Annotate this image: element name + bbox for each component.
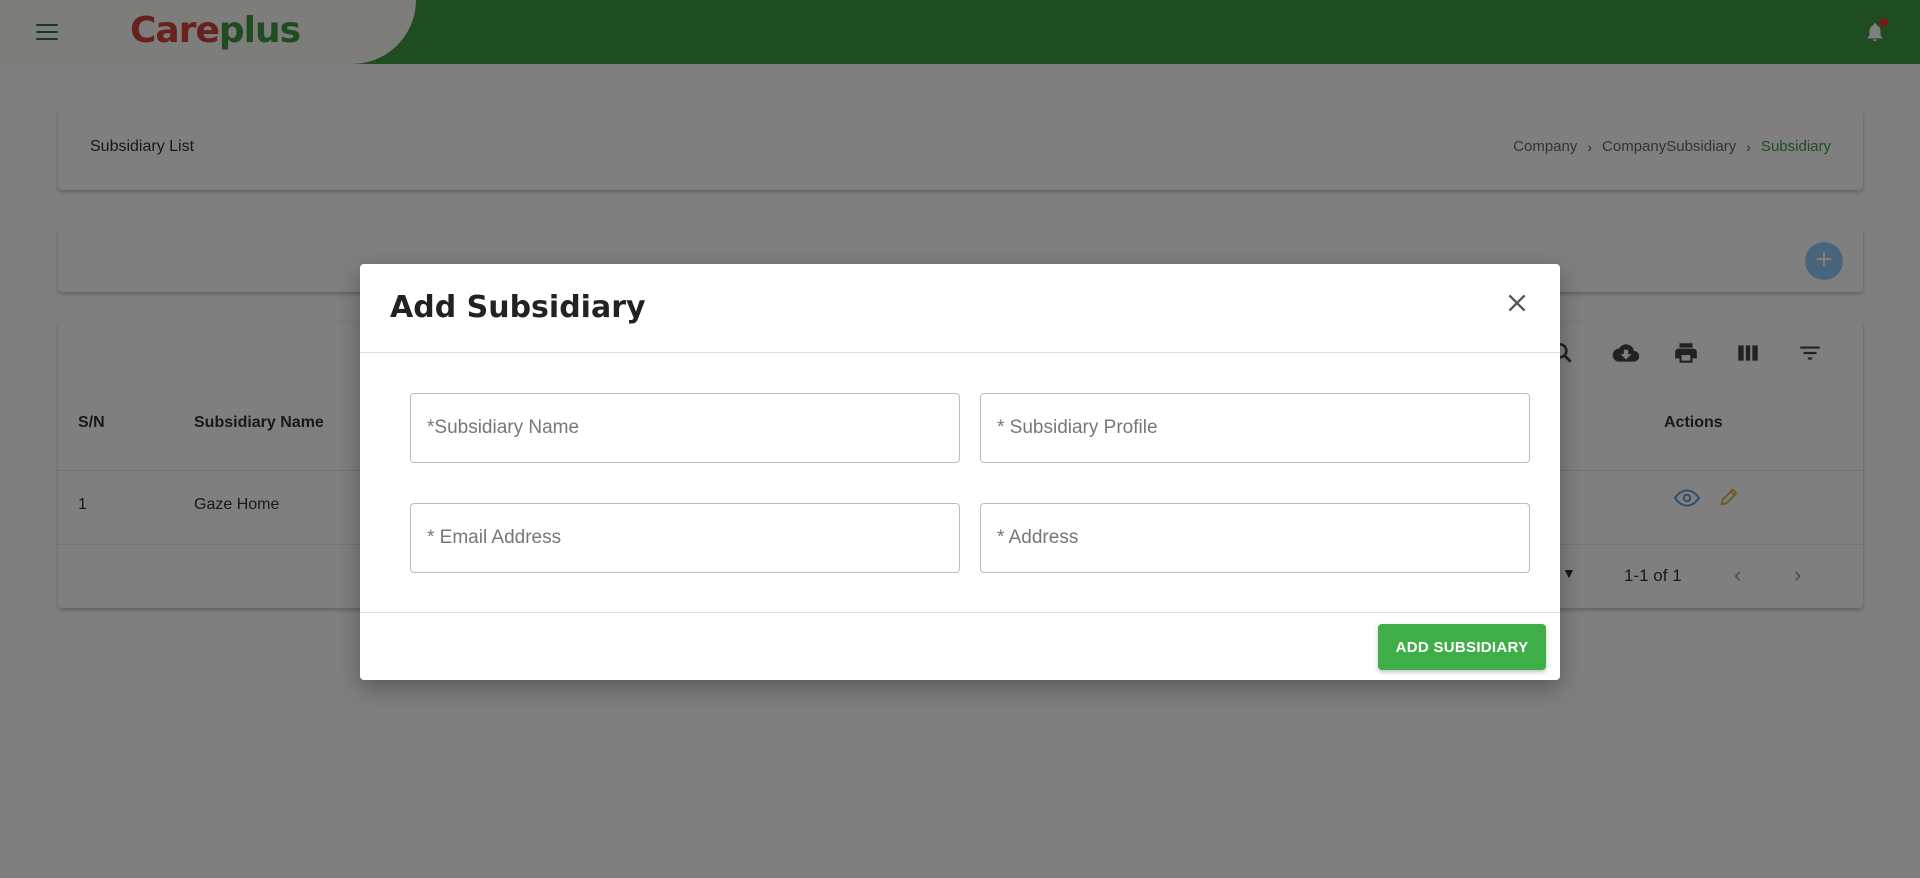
dialog-title: Add Subsidiary [390,290,646,325]
address-input[interactable] [980,503,1530,573]
subsidiary-name-input[interactable] [410,393,960,463]
add-subsidiary-button[interactable]: ADD SUBSIDIARY [1378,624,1546,670]
subsidiary-profile-input[interactable] [980,393,1530,463]
dialog-header-divider [360,352,1560,353]
email-address-input[interactable] [410,503,960,573]
dialog-footer-divider [360,612,1560,613]
add-subsidiary-dialog: Add Subsidiary ADD SUBSIDIARY [360,264,1560,680]
close-icon[interactable] [1504,290,1530,316]
